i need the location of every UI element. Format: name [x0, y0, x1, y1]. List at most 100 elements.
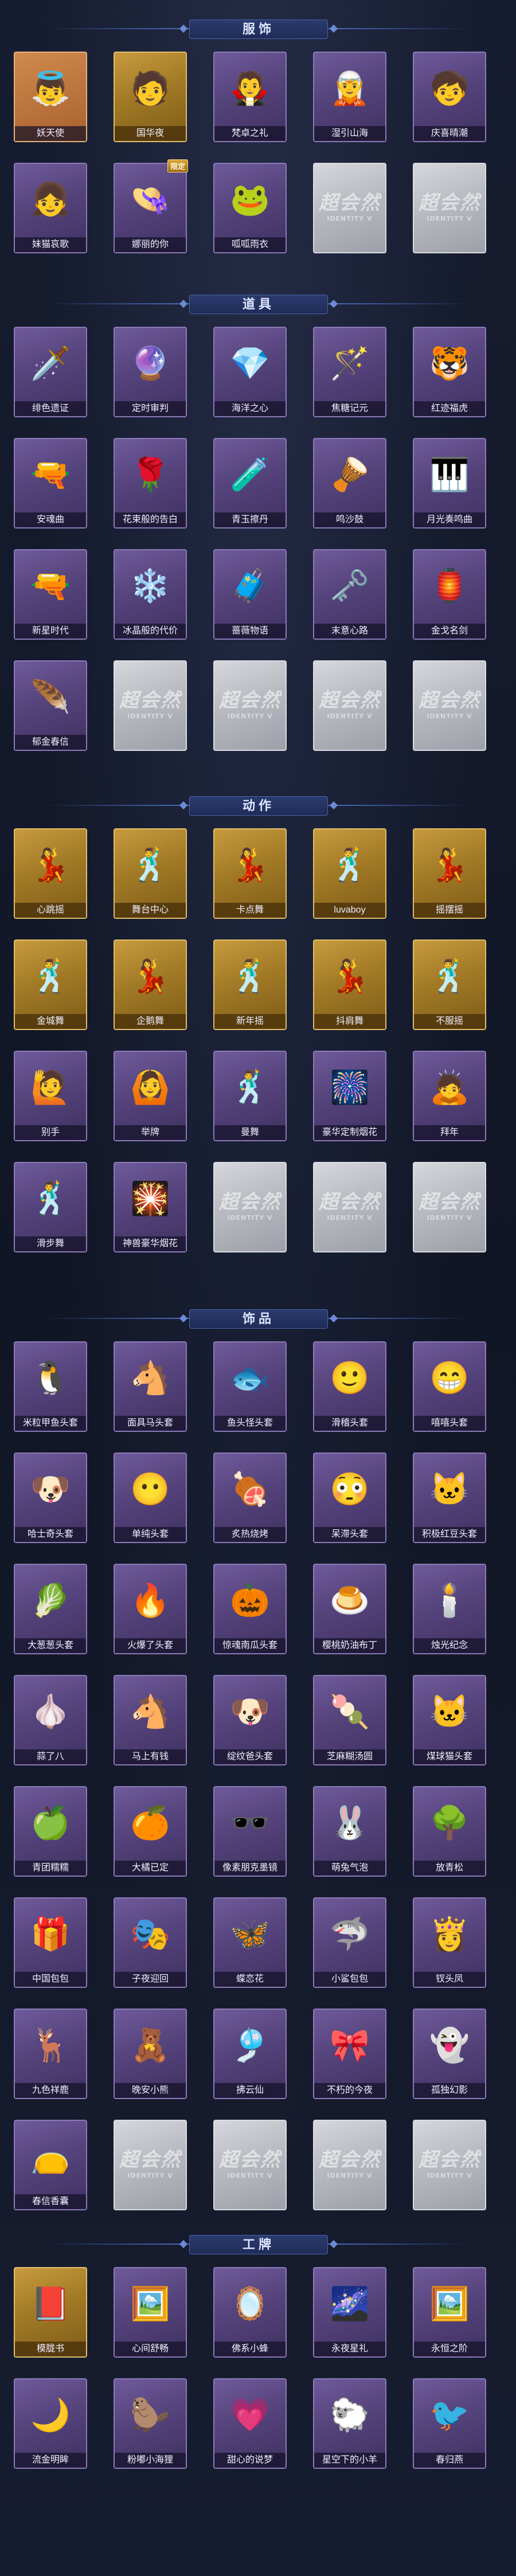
item-card[interactable]: 🎀 不朽的今夜 — [313, 2009, 386, 2099]
item-card[interactable]: 🔥 火爆了头套 — [114, 1564, 187, 1654]
item-card[interactable]: 🧛 梵卓之礼 — [213, 52, 287, 142]
item-card[interactable]: 🧳 蔷薇物语 — [213, 549, 287, 640]
item-card[interactable]: 🐑 星空下的小羊 — [313, 2378, 386, 2469]
item-card[interactable]: 🐰 萌兔气泡 — [313, 1786, 386, 1877]
item-card[interactable]: 🍮 樱桃奶油布丁 — [313, 1564, 386, 1654]
item-card[interactable]: 🕺 滑步舞 — [14, 1162, 87, 1252]
item-card[interactable]: 🕺 金城舞 — [14, 939, 87, 1030]
item-card[interactable]: 🐧 米粒甲鱼头套 — [14, 1341, 87, 1432]
item-card[interactable]: 😶 单纯头套 — [114, 1453, 187, 1543]
item-card[interactable]: 🎁 中国包包 — [14, 1897, 87, 1988]
item-card[interactable]: 🌙 流金明眸 — [14, 2378, 87, 2469]
item-card[interactable]: 💃 卡点舞 — [213, 828, 287, 919]
item-card[interactable]: 🐴 马上有钱 — [114, 1675, 187, 1765]
item-card[interactable]: 🪶 郁金春信 — [14, 660, 87, 751]
item-card[interactable]: 🔮 定时审判 — [114, 327, 187, 417]
item-card[interactable]: 💗 甜心的说梦 — [213, 2378, 287, 2469]
item-card[interactable]: 🕶️ 像素朋克墨镜 — [213, 1786, 287, 1877]
item-card[interactable]: 🐯 红迹福虎 — [413, 327, 486, 417]
item-card[interactable]: 🧸 晚安小熊 — [114, 2009, 187, 2099]
item-card[interactable]: 🍖 炙热烧烤 — [213, 1453, 287, 1543]
item-card[interactable]: 💃 摇摆摇 — [413, 828, 486, 919]
item-card[interactable]: 🗝️ 末意心路 — [313, 549, 386, 640]
item-label: 面具马头套 — [115, 1416, 186, 1431]
item-card[interactable]: 🐟 鱼头怪头套 — [213, 1341, 287, 1432]
item-card[interactable]: 🧝 湿引山海 — [313, 52, 386, 142]
item-card[interactable]: 🙇 拜年 — [413, 1051, 486, 1141]
item-card[interactable]: 😁 嘻嘻头套 — [413, 1341, 486, 1432]
item-card[interactable]: 🦫 粉嘟小海狸 — [114, 2378, 187, 2469]
item-card[interactable]: 🎹 月光奏鸣曲 — [413, 438, 486, 528]
item-card[interactable]: 🧄 蒜了八 — [14, 1675, 87, 1765]
item-card[interactable]: 🌳 放青松 — [413, 1786, 486, 1877]
item-card[interactable]: 🪄 焦糖记元 — [313, 327, 386, 417]
item-label: 金戈名剑 — [414, 624, 485, 639]
item-card[interactable]: 🧒 庆喜晴潮 — [413, 52, 486, 142]
item-card[interactable]: 🦋 蝶恋花 — [213, 1897, 287, 1988]
item-card[interactable]: 👝 春信香囊 — [14, 2120, 87, 2210]
placeholder-watermark: 超会然 IDENTITY V — [414, 1186, 485, 1222]
item-card[interactable]: 🐦 春归燕 — [413, 2378, 486, 2469]
item-card[interactable]: 🌌 永夜星礼 — [313, 2267, 386, 2358]
item-card[interactable]: 💃 企鹅舞 — [114, 939, 187, 1030]
item-card[interactable]: 🎐 拂云仙 — [213, 2009, 287, 2099]
item-thumbnail-icon: 🪘 — [330, 456, 370, 492]
item-card[interactable]: 🎆 豪华定制烟花 — [313, 1051, 386, 1141]
item-card[interactable]: 🎇 神兽豪华烟花 — [114, 1162, 187, 1252]
item-card[interactable]: 💃 抖肩舞 — [313, 939, 386, 1030]
item-card[interactable]: 👸 钗头凤 — [413, 1897, 486, 1988]
item-card[interactable]: 🧪 青玉擦丹 — [213, 438, 287, 528]
item-label: luvaboy — [314, 903, 385, 918]
item-card[interactable]: 🕺 舞台中心 — [114, 828, 187, 919]
item-card[interactable]: 🔫 新星时代 — [14, 549, 87, 640]
item-card[interactable]: 🧑 国华夜 — [114, 52, 187, 142]
item-card[interactable]: 🔫 安魂曲 — [14, 438, 87, 528]
item-card[interactable]: 🐶 哈士奇头套 — [14, 1453, 87, 1543]
item-card[interactable]: 🐱 积极红豆头套 — [413, 1453, 486, 1543]
item-card[interactable]: 🎭 子夜迎回 — [114, 1897, 187, 1988]
item-card[interactable]: 🙆 举牌 — [114, 1051, 187, 1141]
item-thumbnail-icon: 🌹 — [130, 456, 170, 492]
item-card[interactable]: ❄️ 冰晶般的代价 — [114, 549, 187, 640]
empty-slot: 超会然 IDENTITY V — [213, 1162, 287, 1252]
item-card[interactable]: 🏮 金戈名剑 — [413, 549, 486, 640]
item-card[interactable]: 👻 孤独幻影 — [413, 2009, 486, 2099]
item-card[interactable]: 🕺 不服摇 — [413, 939, 486, 1030]
item-card[interactable]: 🦌 九色祥鹿 — [14, 2009, 87, 2099]
item-label: 舞台中心 — [115, 903, 186, 918]
item-card[interactable]: 💎 海洋之心 — [213, 327, 287, 417]
item-card[interactable]: 🐱 煤球猫头套 — [413, 1675, 486, 1765]
item-card[interactable]: 🪘 鸣沙鼓 — [313, 438, 386, 528]
item-thumbnail-icon: 🙇 — [429, 1069, 470, 1105]
item-card[interactable]: 🪞 佛系小蜂 — [213, 2267, 287, 2358]
item-thumbnail-icon: 💃 — [130, 958, 170, 994]
item-card[interactable]: 🙂 滑稽头套 — [313, 1341, 386, 1432]
item-card[interactable]: 🐸 呱呱雨衣 — [213, 163, 287, 253]
item-card[interactable]: 👧 妹猫哀歌 — [14, 163, 87, 253]
item-card[interactable]: 🦈 小鲨包包 — [313, 1897, 386, 1988]
item-card[interactable]: 🥬 大葱葱头套 — [14, 1564, 87, 1654]
item-card[interactable]: 🖼️ 心间舒畅 — [114, 2267, 187, 2358]
item-card[interactable]: 🕺 luvaboy — [313, 828, 386, 919]
placeholder-watermark: 超会然 IDENTITY V — [414, 684, 485, 720]
item-card[interactable]: 🙋 别手 — [14, 1051, 87, 1141]
item-card[interactable]: 😳 呆滞头套 — [313, 1453, 386, 1543]
item-card[interactable]: 🎃 惊魂南瓜头套 — [213, 1564, 287, 1654]
item-card[interactable]: 💃 心跳摇 — [14, 828, 87, 919]
item-card[interactable]: 👒 娜丽的你 限定 — [114, 159, 188, 253]
item-card[interactable]: 🕺 曼舞 — [213, 1051, 287, 1141]
item-card[interactable]: 🕯️ 烛光纪念 — [413, 1564, 486, 1654]
item-card[interactable]: 🐶 绽纹爸头套 — [213, 1675, 287, 1765]
item-card[interactable]: 🗡️ 绯色遗证 — [14, 327, 87, 417]
item-card[interactable]: 👼 妖天使 — [14, 52, 87, 142]
item-card[interactable]: 🕺 新年摇 — [213, 939, 287, 1030]
item-card[interactable]: 🍊 大橘已定 — [114, 1786, 187, 1877]
item-card[interactable]: 🍏 青团糯糯 — [14, 1786, 87, 1877]
item-card[interactable]: 🐴 面具马头套 — [114, 1341, 187, 1432]
item-card[interactable]: 📕 模胧书 — [14, 2267, 87, 2358]
item-label: 模胧书 — [15, 2342, 86, 2356]
item-card[interactable]: 🖼️ 永恒之阶 — [413, 2267, 486, 2358]
item-card[interactable]: 🌹 花束般的告白 — [114, 438, 187, 528]
item-card[interactable]: 🍡 芝麻糊汤圆 — [313, 1675, 386, 1765]
item-thumbnail-icon: 🌌 — [330, 2285, 370, 2321]
